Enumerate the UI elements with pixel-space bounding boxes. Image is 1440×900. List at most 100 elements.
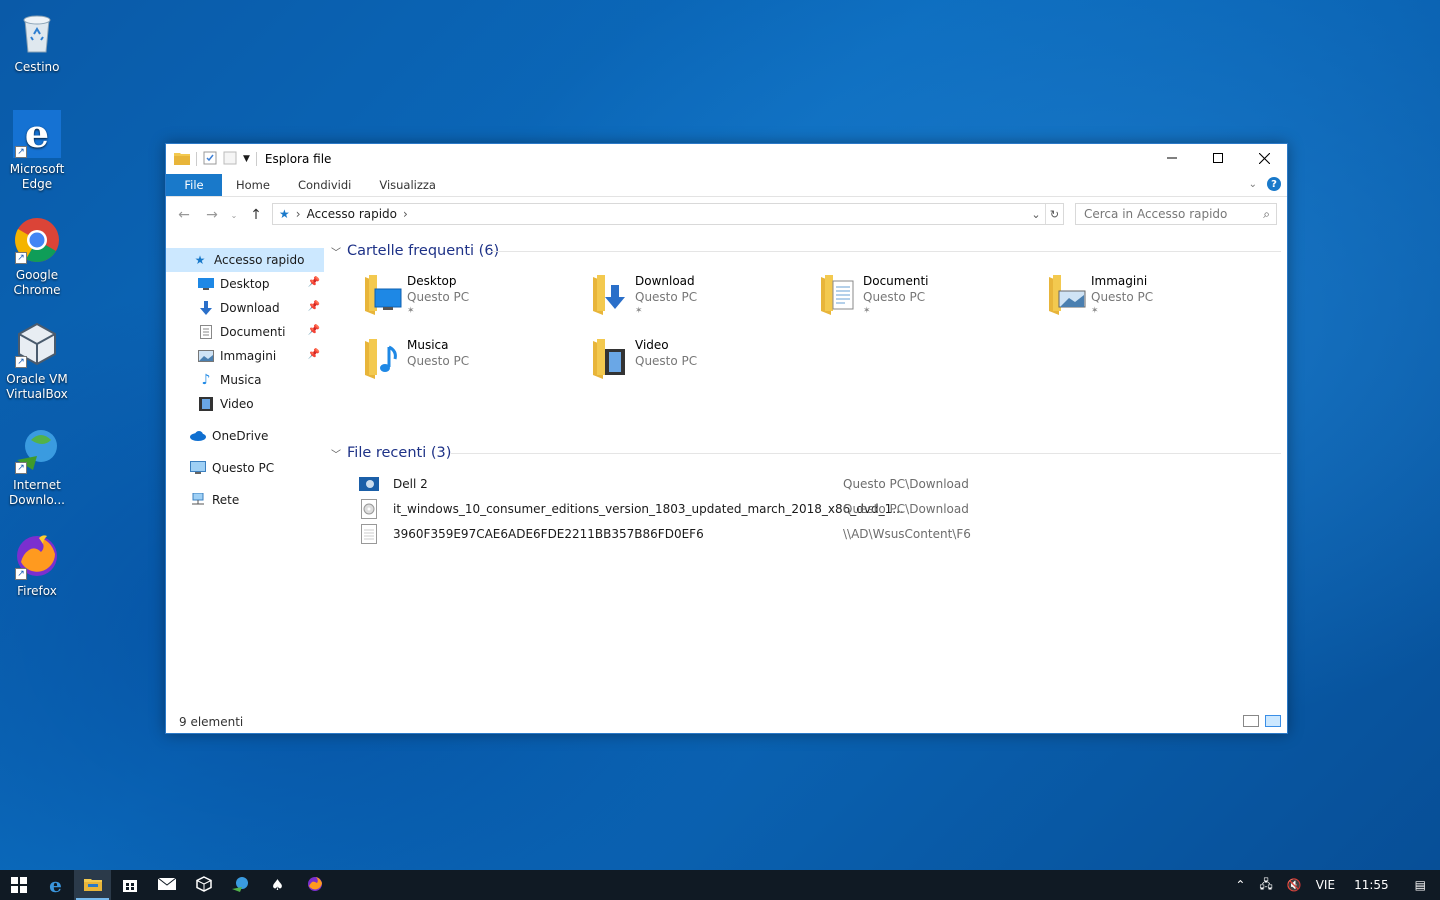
tab-condividi[interactable]: Condividi xyxy=(284,174,365,196)
shortcut-arrow-icon: ↗ xyxy=(15,462,27,474)
desktop-icon-idm[interactable]: ↗ Internet Downlo... xyxy=(0,426,74,508)
quick-access-toolbar: ▼ xyxy=(166,151,257,168)
recent-locations-icon[interactable]: ⌄ xyxy=(228,203,240,227)
pin-icon[interactable]: 📌 xyxy=(308,349,320,360)
pin-icon[interactable]: 📌 xyxy=(308,301,320,312)
up-button[interactable]: ↑ xyxy=(244,203,268,227)
desktop-icon-cestino[interactable]: Cestino xyxy=(0,8,74,75)
taskbar-solitaire[interactable]: ♠ xyxy=(259,870,296,900)
group-header-recent[interactable]: ﹀ File recenti (3) xyxy=(331,441,1281,465)
sidebar-item-desktop[interactable]: Desktop 📌 xyxy=(166,272,324,296)
title-bar[interactable]: ▼ Esplora file xyxy=(166,144,1287,174)
folder-tile-documenti[interactable]: Documenti Questo PC ✶ xyxy=(817,271,1037,327)
pin-icon[interactable]: 📌 xyxy=(308,277,320,288)
file-path: Questo PC\Download xyxy=(843,501,969,516)
language-indicator[interactable]: VIE xyxy=(1309,878,1342,892)
show-hidden-icons-icon[interactable]: ⌃ xyxy=(1228,878,1252,892)
breadcrumb-chevron-icon[interactable]: › xyxy=(296,207,301,221)
folder-tile-download[interactable]: Download Questo PC ✶ xyxy=(589,271,809,327)
recent-file-row[interactable]: 3960F359E97CAE6ADE6FDE2211BB357B86FD0EF6… xyxy=(331,521,1281,546)
taskbar-firefox[interactable] xyxy=(296,870,333,900)
back-button[interactable]: ← xyxy=(172,203,196,227)
content-pane: ﹀ Cartelle frequenti (6) Desktop Questo … xyxy=(331,239,1281,546)
details-view-icon[interactable] xyxy=(1243,715,1259,727)
search-input[interactable]: Cerca in Accesso rapido xyxy=(1084,207,1227,221)
sidebar-item-label: OneDrive xyxy=(212,429,269,443)
sidebar-item-onedrive[interactable]: OneDrive xyxy=(166,424,324,448)
sidebar-item-immagini[interactable]: Immagini 📌 xyxy=(166,344,324,368)
document-icon xyxy=(198,324,214,340)
address-bar[interactable]: ★ › Accesso rapido › ⌄ ↻ xyxy=(272,203,1064,225)
start-button[interactable] xyxy=(0,870,37,900)
collapse-chevron-icon[interactable]: ﹀ xyxy=(331,244,345,259)
folder-tile-desktop[interactable]: Desktop Questo PC ✶ xyxy=(361,271,581,327)
notifications-icon[interactable]: ▤ xyxy=(1401,878,1440,892)
customize-toolbar-icon[interactable]: ▼ xyxy=(243,154,250,164)
folder-icon xyxy=(174,151,190,168)
sidebar-item-accesso-rapido[interactable]: ★ Accesso rapido xyxy=(166,248,324,272)
taskbar-store[interactable] xyxy=(111,870,148,900)
collapse-chevron-icon[interactable]: ﹀ xyxy=(331,446,345,461)
search-icon: ⌕ xyxy=(1263,207,1270,221)
taskbar-mail[interactable] xyxy=(148,870,185,900)
folder-tile-immagini[interactable]: Immagini Questo PC ✶ xyxy=(1045,271,1265,327)
sidebar-item-label: Video xyxy=(220,397,254,411)
large-icons-view-icon[interactable] xyxy=(1265,715,1281,727)
properties-icon[interactable] xyxy=(203,151,217,168)
taskbar-edge[interactable]: e xyxy=(37,870,74,900)
desktop-icon-label: Google Chrome xyxy=(13,268,61,297)
new-folder-icon[interactable] xyxy=(223,151,237,168)
help-icon[interactable]: ? xyxy=(1267,177,1281,191)
folder-name: Desktop xyxy=(407,274,457,288)
file-name: it_windows_10_consumer_editions_version_… xyxy=(393,501,904,516)
desktop-icon-label: Cestino xyxy=(14,60,60,74)
breadcrumb-chevron-icon[interactable]: › xyxy=(403,207,408,221)
taskbar-file-explorer[interactable] xyxy=(74,870,111,900)
folder-location: Questo PC xyxy=(863,290,926,304)
sidebar-item-label: Download xyxy=(220,301,280,315)
maximize-button[interactable] xyxy=(1195,144,1241,172)
network-icon xyxy=(190,492,206,508)
tab-file[interactable]: File xyxy=(166,174,222,196)
minimize-button[interactable] xyxy=(1149,144,1195,172)
sidebar-item-questo-pc[interactable]: Questo PC xyxy=(166,456,324,480)
folder-tile-video[interactable]: Video Questo PC xyxy=(589,335,809,391)
system-tray: ⌃ 🖧 🔇 VIE 11:55 ▤ xyxy=(1228,870,1440,900)
shortcut-arrow-icon: ↗ xyxy=(15,356,27,368)
desktop-icon-label: Microsoft Edge xyxy=(9,162,65,191)
separator xyxy=(196,152,197,166)
network-icon[interactable]: 🖧 xyxy=(1252,875,1279,896)
desktop-icon-edge[interactable]: e ↗ Microsoft Edge xyxy=(0,110,74,192)
refresh-icon[interactable]: ↻ xyxy=(1045,204,1063,224)
status-bar-count: 9 elementi xyxy=(179,715,244,729)
forward-button[interactable]: → xyxy=(200,203,224,227)
file-path: \\AD\WsusContent\F6 xyxy=(843,526,971,541)
cards-icon: ♠ xyxy=(270,876,285,894)
volume-muted-icon[interactable]: 🔇 xyxy=(1280,878,1309,892)
taskbar-idm[interactable] xyxy=(222,870,259,900)
group-header-frequent[interactable]: ﹀ Cartelle frequenti (6) xyxy=(331,239,1281,263)
tab-visualizza[interactable]: Visualizza xyxy=(365,174,450,196)
sidebar-item-download[interactable]: Download 📌 xyxy=(166,296,324,320)
taskbar-virtualbox[interactable] xyxy=(185,870,222,900)
tab-home[interactable]: Home xyxy=(222,174,284,196)
search-box[interactable]: Cerca in Accesso rapido ⌕ xyxy=(1075,203,1277,225)
recent-file-row[interactable]: it_windows_10_consumer_editions_version_… xyxy=(331,496,1281,521)
clock[interactable]: 11:55 xyxy=(1342,878,1401,892)
sidebar-item-rete[interactable]: Rete xyxy=(166,488,324,512)
group-title: Cartelle frequenti (6) xyxy=(347,243,500,259)
sidebar-item-video[interactable]: Video xyxy=(166,392,324,416)
pin-icon[interactable]: 📌 xyxy=(308,325,320,336)
sidebar-item-documenti[interactable]: Documenti 📌 xyxy=(166,320,324,344)
desktop-icon-virtualbox[interactable]: ↗ Oracle VM VirtualBox xyxy=(0,320,74,402)
desktop-icon-chrome[interactable]: ↗ Google Chrome xyxy=(0,216,74,298)
expand-ribbon-icon[interactable]: ⌄ xyxy=(1249,179,1257,190)
close-button[interactable] xyxy=(1241,144,1287,172)
recent-file-row[interactable]: Dell 2 Questo PC\Download xyxy=(331,471,1281,496)
address-dropdown-icon[interactable]: ⌄ xyxy=(1027,204,1045,224)
breadcrumb-accesso-rapido[interactable]: Accesso rapido xyxy=(307,207,397,221)
sidebar-item-musica[interactable]: ♪ Musica xyxy=(166,368,324,392)
folder-tile-musica[interactable]: Musica Questo PC xyxy=(361,335,581,391)
edge-icon: e xyxy=(49,873,62,897)
desktop-icon-firefox[interactable]: ↗ Firefox xyxy=(0,532,74,599)
